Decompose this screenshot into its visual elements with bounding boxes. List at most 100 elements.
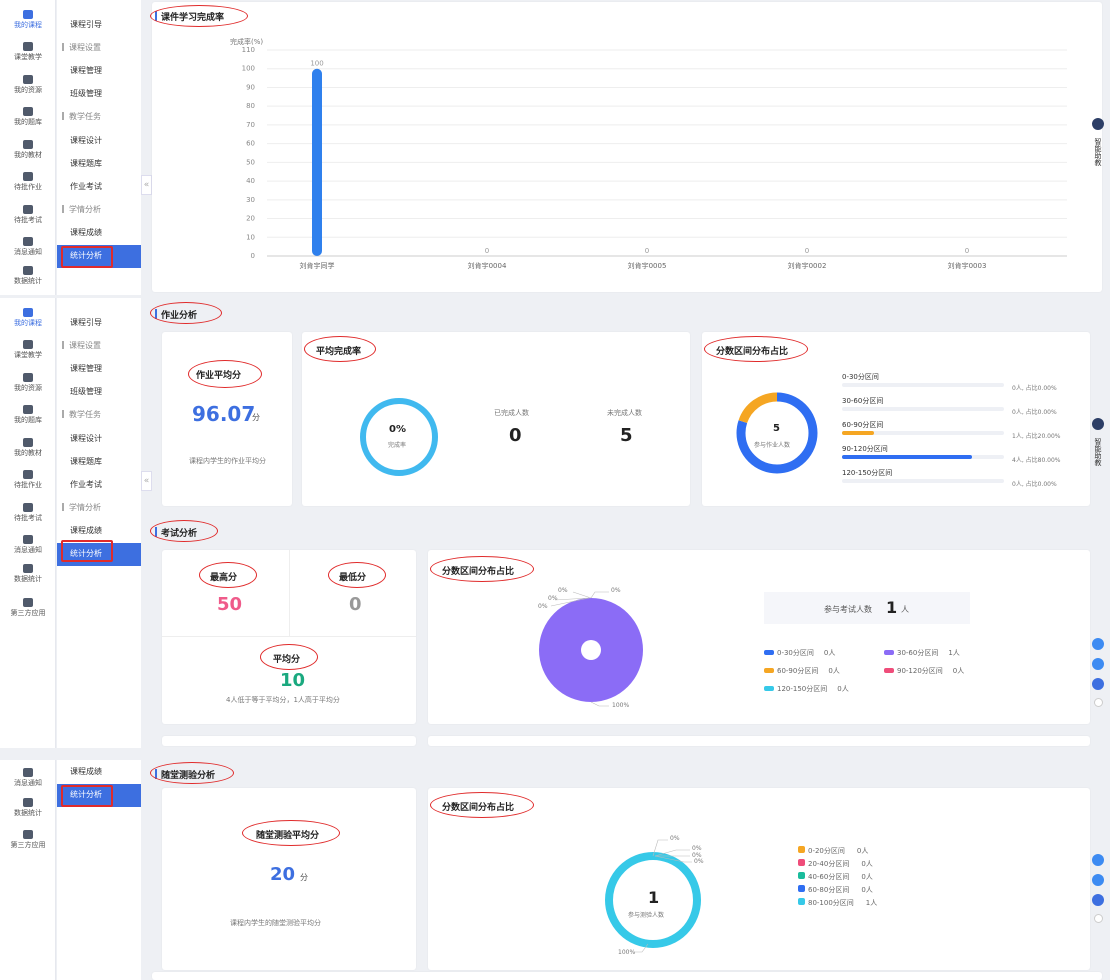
collapse-sidebar-button[interactable]: « (141, 471, 152, 491)
assistant-widget[interactable]: 智能助教 (1087, 118, 1109, 170)
rail-item-statistics[interactable]: 数据统计 (0, 798, 56, 818)
annotation-oval (188, 360, 262, 388)
homework-dist-card: 分数区间分布占比 5 参与作业人数 0-30分区间 0人, 占比0.00% 30-6… (702, 332, 1090, 506)
subnav-class-management[interactable]: 班级管理 (57, 381, 141, 403)
annotation-oval (328, 562, 386, 588)
rail-item-my-course[interactable]: 我的课程 (0, 308, 56, 328)
rail-item-messages[interactable]: 消息通知 (0, 768, 56, 788)
subnav-course-question-bank[interactable]: 课程题库 (57, 153, 141, 175)
dist-row-fill (842, 431, 875, 435)
y-tick-label: 50 (246, 158, 255, 166)
pie-label: 0% (558, 587, 568, 594)
quiz-donut (605, 839, 701, 953)
legend-label: 40-60分区间 (808, 873, 850, 881)
rail-item-classroom[interactable]: 课堂教学 (0, 340, 56, 360)
subnav-course-guide[interactable]: 课程引导 (57, 14, 141, 36)
rail-item-label: 我的教材 (14, 449, 42, 457)
rail-item-resources[interactable]: 我的资源 (0, 373, 56, 393)
legend-label: 60-90分区间 (777, 667, 819, 675)
annotation-oval (150, 5, 248, 27)
pie-label: 0% (694, 858, 704, 865)
rail-item-pending-homework[interactable]: 待批作业 (0, 470, 56, 490)
quiz-dist-total-label: 参与测验人数 (628, 912, 665, 919)
rail-item-pending-homework[interactable]: 待批作业 (0, 172, 56, 192)
subnav-course-guide[interactable]: 课程引导 (57, 312, 141, 334)
rail-item-messages[interactable]: 消息通知 (0, 237, 56, 257)
rail-item-third-party-apps[interactable]: 第三方应用 (0, 598, 56, 618)
exam-scores-card: 最高分 50 最低分 0 平均分 10 4人低于等于平均分，1人高于平均分 (162, 550, 416, 724)
annotation-oval (260, 644, 318, 670)
subnav-homework-exam[interactable]: 作业考试 (57, 176, 141, 198)
card-edge (162, 736, 416, 746)
main-rail: 消息通知数据统计第三方应用 (0, 760, 56, 980)
subnav-class-management[interactable]: 班级管理 (57, 83, 141, 105)
subnav-homework-exam[interactable]: 作业考试 (57, 474, 141, 496)
subnav-course-design[interactable]: 课程设计 (57, 130, 141, 152)
dist-row-stat: 0人, 占比0.00% (1012, 385, 1057, 392)
download-icon[interactable] (1092, 658, 1104, 670)
rail-item-question-bank[interactable]: 我的题库 (0, 107, 56, 127)
rail-item-resources[interactable]: 我的资源 (0, 75, 56, 95)
subnav-course-grades[interactable]: 课程成绩 (57, 520, 141, 542)
rail-item-pending-exam[interactable]: 待批考试 (0, 205, 56, 225)
dist-row-stat: 1人, 占比20.00% (1012, 433, 1061, 440)
close-icon[interactable] (1093, 698, 1103, 707)
quiz-dist-total: 1 (648, 888, 660, 907)
textbooks-icon (23, 438, 33, 447)
dist-row-bar (842, 455, 1004, 459)
rail-item-statistics[interactable]: 数据统计 (0, 564, 56, 584)
pending-homework-icon (23, 470, 33, 479)
rail-item-question-bank[interactable]: 我的题库 (0, 405, 56, 425)
legend-count: 0人 (861, 886, 873, 894)
subnav-course-management[interactable]: 课程管理 (57, 60, 141, 82)
rail-item-statistics[interactable]: 数据统计 (0, 266, 56, 286)
rail-item-classroom[interactable]: 课堂教学 (0, 42, 56, 62)
help-icon[interactable] (1092, 678, 1104, 690)
rail-item-label: 数据统计 (14, 809, 42, 817)
rail-item-label: 消息通知 (14, 779, 42, 787)
assistant-widget[interactable]: 智能助教 (1087, 418, 1109, 470)
classroom-icon (23, 340, 33, 349)
legend-swatch (884, 650, 894, 655)
subnav-course-question-bank[interactable]: 课程题库 (57, 451, 141, 473)
subnav-course-settings: 课程设置 (57, 335, 141, 357)
legend-swatch (798, 846, 805, 853)
subnav-course-grades[interactable]: 课程成绩 (57, 761, 141, 783)
help-icon[interactable] (1092, 894, 1104, 906)
subnav-teaching-tasks: 教学任务 (57, 106, 141, 128)
resources-icon (23, 75, 33, 84)
done-count: 0 (509, 425, 522, 446)
data-label: 0 (965, 247, 969, 255)
subnav-course-grades[interactable]: 课程成绩 (57, 222, 141, 244)
exam-avg-desc: 4人低于等于平均分，1人高于平均分 (226, 696, 340, 704)
rail-item-label: 消息通知 (14, 248, 42, 256)
quiz-dist-card: 分数区间分布占比 0% 0% 0% 0% 100% 1 参与测验人数 0-20分… (428, 788, 1090, 970)
download-icon[interactable] (1092, 874, 1104, 886)
rail-item-label: 我的资源 (14, 86, 42, 94)
rail-item-my-course[interactable]: 我的课程 (0, 10, 56, 30)
quiz-avg-card: 随堂测验平均分 20 分 课程内学生的随堂测验平均分 (162, 788, 416, 970)
rail-item-third-party-apps[interactable]: 第三方应用 (0, 830, 56, 850)
resources-icon (23, 373, 33, 382)
subnav-course-management[interactable]: 课程管理 (57, 358, 141, 380)
collapse-sidebar-button[interactable]: « (141, 175, 152, 195)
dist-row-stat: 0人, 占比0.00% (1012, 481, 1057, 488)
headset-icon[interactable] (1092, 854, 1104, 866)
participants-unit: 人 (901, 605, 909, 614)
rail-item-textbooks[interactable]: 我的教材 (0, 140, 56, 160)
pie-label: 0% (692, 845, 702, 852)
third-party-apps-icon (23, 598, 33, 607)
robot-icon (1092, 418, 1104, 430)
rail-item-label: 待批考试 (14, 216, 42, 224)
close-icon[interactable] (1093, 914, 1103, 923)
headset-icon[interactable] (1092, 638, 1104, 650)
dist-row-bar (842, 479, 1004, 483)
rail-item-textbooks[interactable]: 我的教材 (0, 438, 56, 458)
rail-item-messages[interactable]: 消息通知 (0, 535, 56, 555)
rail-item-pending-exam[interactable]: 待批考试 (0, 503, 56, 523)
annotation-box (61, 785, 113, 807)
exam-min-value: 0 (349, 594, 362, 615)
homework-avg-desc: 课程内学生的作业平均分 (189, 457, 266, 465)
legend-count: 0人 (828, 667, 840, 675)
subnav-course-design[interactable]: 课程设计 (57, 428, 141, 450)
